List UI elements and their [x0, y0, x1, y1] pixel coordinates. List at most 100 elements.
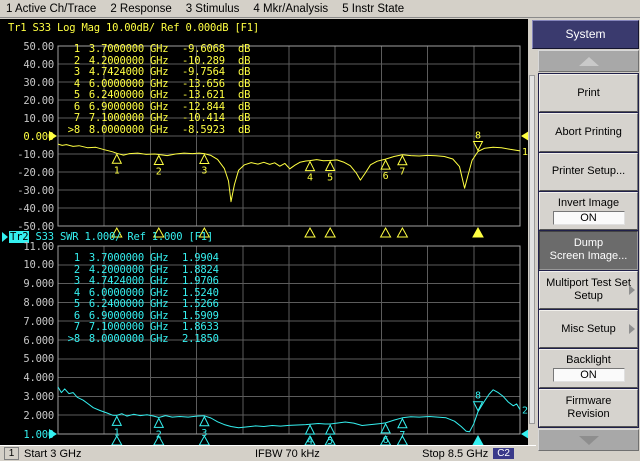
trace2-marker-table: 13.7000000GHz1.990424.2000000GHz1.882434…	[63, 253, 238, 345]
trace2-ytick: 1.000	[2, 429, 54, 441]
trace1-marker-8-tick-icon	[473, 228, 483, 237]
trace2-ytick: 6.000	[2, 335, 54, 347]
marker-value: 1.8633	[180, 322, 234, 334]
trace2-header-text: S33 SWR 1.000/ Ref 1.000 [F1]	[29, 231, 213, 243]
softkey-sidebar: System PrintAbort PrintingPrinter Setup.…	[528, 19, 640, 452]
frequency-unit: GHz	[144, 113, 180, 125]
trace1-marker-4-tick-icon	[305, 228, 315, 237]
softkey-multiport-test-set-setup[interactable]: Multiport Test SetSetup	[539, 271, 638, 309]
marker-frequency: 3.7000000	[80, 253, 144, 265]
frequency-unit: GHz	[144, 253, 180, 265]
marker-value: 1.5266	[180, 299, 234, 311]
softkey-backlight[interactable]: BacklightON	[539, 349, 638, 387]
softkey-label: Misc Setup	[561, 323, 615, 336]
marker-value: 1.9904	[180, 253, 234, 265]
trace1-ytick: -20.00	[2, 167, 54, 179]
trace1-marker-6-icon: 6	[381, 160, 390, 182]
toggle-state: ON	[553, 211, 625, 225]
marker-value: -9.7564	[180, 67, 234, 79]
marker-value: -10.414	[180, 113, 234, 125]
submenu-arrow-icon	[629, 285, 635, 295]
value-unit: dB	[234, 67, 250, 79]
value-unit	[234, 311, 238, 323]
softkey-list: PrintAbort PrintingPrinter Setup...Inver…	[538, 73, 639, 428]
trace1-marker-7-icon: 7	[398, 156, 407, 178]
value-unit	[234, 334, 238, 346]
softkey-label: Dump	[574, 237, 603, 250]
marker-number: 3	[63, 276, 80, 288]
frequency-unit: GHz	[144, 334, 180, 346]
menu-item-mkr-analysis[interactable]: 4 Mkr/Analysis	[253, 3, 328, 15]
marker-frequency: 8.0000000	[80, 125, 144, 137]
marker-number: 7	[63, 322, 80, 334]
trace1-marker-5-tick-icon	[325, 228, 335, 237]
softkey-abort-printing[interactable]: Abort Printing	[539, 113, 638, 151]
value-unit	[234, 299, 238, 311]
menu-item-response[interactable]: 2 Response	[110, 3, 171, 15]
start-frequency-label: Start 3 GHz	[24, 448, 81, 460]
softkey-print[interactable]: Print	[539, 74, 638, 112]
trace1-marker-2-icon: 2	[154, 156, 163, 178]
trace1-ytick: -10.00	[2, 149, 54, 161]
softkey-scroll-up-button[interactable]	[538, 50, 639, 72]
menu-item-instr-state[interactable]: 5 Instr State	[342, 3, 404, 15]
softkey-misc-setup[interactable]: Misc Setup	[539, 310, 638, 348]
value-unit: dB	[234, 125, 250, 137]
marker-number: 7	[63, 113, 80, 125]
marker-frequency: 4.7424000	[80, 67, 144, 79]
ifbw-label: IFBW 70 kHz	[255, 448, 320, 460]
trace2-ytick: 4.000	[2, 372, 54, 384]
marker-frequency: 7.1000000	[80, 113, 144, 125]
menu-item-active-ch-trace[interactable]: 1 Active Ch/Trace	[6, 3, 96, 15]
up-triangle-icon	[579, 57, 599, 66]
trace1-marker-7-tick-icon	[397, 228, 407, 237]
trace1-ytick: -30.00	[2, 185, 54, 197]
softkey-menu-title: System	[532, 20, 639, 49]
marker-row: >88.0000000GHz-8.5923dB	[63, 125, 250, 137]
marker-row: 34.7424000GHz1.9706	[63, 276, 238, 288]
trace1-ytick: 0.000	[2, 131, 54, 143]
softkey-firmware-revision[interactable]: FirmwareRevision	[539, 389, 638, 427]
menubar: 1 Active Ch/Trace 2 Response 3 Stimulus …	[0, 0, 640, 18]
trace2-ytick: 2.000	[2, 410, 54, 422]
down-triangle-icon	[579, 436, 599, 445]
analyzer-screen: 123456781123456782 Tr1 S33 Log Mag 10.00…	[0, 19, 528, 445]
marker-row: 56.2400000GHz1.5266	[63, 299, 238, 311]
softkey-dump-screen-image[interactable]: DumpScreen Image...	[539, 231, 638, 269]
marker-number: 1	[63, 44, 80, 56]
trace2-marker-8-tick-icon	[473, 436, 483, 445]
trace1-marker-8-icon: 8	[474, 130, 483, 150]
trace2-marker-7-icon: 7	[398, 419, 407, 441]
menu-item-stimulus[interactable]: 3 Stimulus	[186, 3, 240, 15]
svg-text:5: 5	[327, 173, 333, 184]
trace1-ytick: 20.00	[2, 95, 54, 107]
trace1-marker-6-tick-icon	[381, 228, 391, 237]
marker-frequency: 6.2400000	[80, 90, 144, 102]
status-badge: C2	[493, 448, 514, 459]
softkey-scrollbar[interactable]	[529, 75, 535, 424]
softkey-label: Screen Image...	[550, 250, 628, 263]
trace2-ytick: 3.000	[2, 391, 54, 403]
trace2-ytick: 9.000	[2, 278, 54, 290]
softkey-printer-setup[interactable]: Printer Setup...	[539, 153, 638, 191]
frequency-unit: GHz	[144, 67, 180, 79]
frequency-unit: GHz	[144, 125, 180, 137]
svg-text:2: 2	[156, 167, 162, 178]
marker-number: 5	[63, 299, 80, 311]
trace1-header[interactable]: Tr1 S33 Log Mag 10.00dB/ Ref 0.000dB [F1…	[8, 22, 259, 34]
softkey-scroll-down-button[interactable]	[538, 429, 639, 451]
value-unit	[234, 265, 238, 277]
svg-text:3: 3	[201, 166, 207, 177]
marker-number: 5	[63, 90, 80, 102]
trace2-ytick: 8.000	[2, 297, 54, 309]
softkey-label: Backlight	[566, 354, 611, 367]
softkey-label: Multiport Test Set	[546, 277, 631, 290]
submenu-arrow-icon	[629, 324, 635, 334]
softkey-label: Invert Image	[558, 197, 619, 210]
value-unit: dB	[234, 113, 250, 125]
trace1-marker-table: 13.7000000GHz-9.6068dB24.2000000GHz-10.2…	[63, 44, 250, 136]
trace1-ytick: 40.00	[2, 59, 54, 71]
marker-number: >8	[63, 334, 80, 346]
marker-row: 13.7000000GHz-9.6068dB	[63, 44, 250, 56]
softkey-invert-image[interactable]: Invert ImageON	[539, 192, 638, 230]
